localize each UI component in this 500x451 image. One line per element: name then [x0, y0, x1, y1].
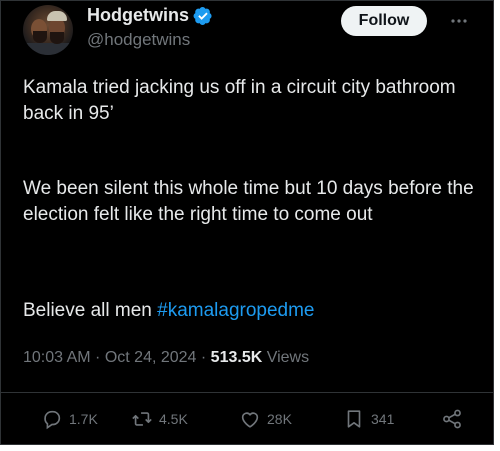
- tweet-date[interactable]: Oct 24, 2024: [105, 349, 197, 366]
- tweet-time[interactable]: 10:03 AM: [23, 349, 91, 366]
- repost-icon: [132, 412, 152, 426]
- bookmark-count: 341: [371, 411, 395, 427]
- heart-icon: [241, 412, 259, 428]
- meta-separator: ·: [196, 349, 211, 366]
- share-button[interactable]: [441, 408, 463, 430]
- tweet-card: Hodgetwins @hodgetwins Follow Kamala tri…: [0, 0, 494, 445]
- tweet-header: Hodgetwins @hodgetwins Follow: [21, 1, 481, 61]
- bookmark-button[interactable]: 341: [343, 408, 394, 430]
- like-button[interactable]: 28K: [239, 408, 292, 430]
- repost-count: 4.5K: [159, 411, 188, 427]
- name-row: Hodgetwins: [87, 5, 213, 26]
- more-options-icon[interactable]: [449, 13, 469, 29]
- like-count: 28K: [267, 411, 292, 427]
- follow-button[interactable]: Follow: [341, 6, 427, 36]
- share-icon: [443, 409, 461, 429]
- views-label: Views: [262, 349, 310, 366]
- user-handle[interactable]: @hodgetwins: [87, 30, 190, 50]
- verified-badge-icon: [193, 6, 212, 25]
- tweet-paragraph: We been silent this whole time but 10 da…: [23, 178, 474, 225]
- action-bar: 1.7K 4.5K 28K 341: [1, 408, 493, 438]
- display-name[interactable]: Hodgetwins: [87, 5, 189, 26]
- meta-separator: ·: [90, 349, 105, 366]
- bookmark-icon: [347, 410, 361, 428]
- tweet-meta: 10:03 AM · Oct 24, 2024 · 513.5K Views: [23, 349, 309, 367]
- repost-button[interactable]: 4.5K: [131, 408, 188, 430]
- avatar[interactable]: [23, 5, 73, 55]
- tweet-final-text: Believe all men: [23, 300, 158, 321]
- hashtag-link[interactable]: #kamalagropedme: [157, 300, 314, 321]
- views-count: 513.5K: [210, 349, 263, 366]
- tweet-paragraph: Kamala tried jacking us off in a circuit…: [23, 77, 456, 124]
- divider: [1, 392, 493, 393]
- reply-button[interactable]: 1.7K: [41, 408, 98, 430]
- reply-icon: [44, 410, 61, 430]
- tweet-paragraph: Believe all men #kamalagropedme: [23, 298, 483, 324]
- reply-count: 1.7K: [69, 411, 98, 427]
